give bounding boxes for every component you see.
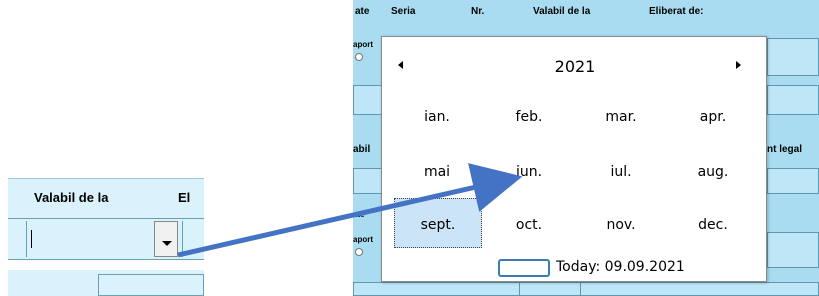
connector-arrow (177, 163, 523, 258)
arrow-line (177, 163, 523, 258)
